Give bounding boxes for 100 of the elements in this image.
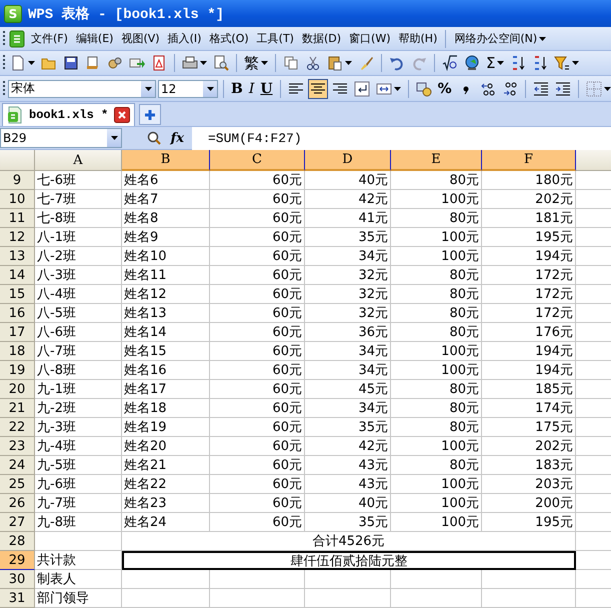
row-header[interactable]: 10 [0, 190, 35, 209]
magnifier-icon[interactable] [146, 131, 161, 145]
menu-item[interactable]: 帮助(H) [396, 29, 440, 48]
plus-icon [144, 108, 156, 120]
row-header[interactable]: 31 [0, 589, 35, 608]
column-header[interactable]: E [391, 150, 482, 171]
row-header[interactable]: 20 [0, 380, 35, 399]
row-header[interactable]: 16 [0, 304, 35, 323]
row-header[interactable]: 26 [0, 494, 35, 513]
row-header[interactable]: 28 [0, 532, 35, 551]
table-cell: 100元 [391, 342, 482, 361]
column-header[interactable]: D [305, 150, 391, 171]
row-header[interactable]: 18 [0, 342, 35, 361]
row-header[interactable]: 24 [0, 456, 35, 475]
table-cell: 八-3班 [35, 266, 122, 285]
caret-icon[interactable] [28, 61, 35, 65]
row-header[interactable]: 9 [0, 171, 35, 190]
font-name-field[interactable]: 宋体 [8, 80, 156, 98]
column-header[interactable]: F [482, 150, 576, 171]
underline-button[interactable]: U [258, 78, 275, 98]
column-header[interactable]: A [35, 150, 122, 171]
caret-icon[interactable] [497, 61, 504, 65]
row-header[interactable]: 14 [0, 266, 35, 285]
row-header[interactable]: 29 [0, 551, 35, 570]
caret-icon[interactable] [110, 136, 118, 140]
table-cell: 194元 [482, 342, 576, 361]
table-cell: 七-6班 [35, 171, 122, 190]
menu-item[interactable]: 数据(D) [298, 29, 344, 48]
row-header[interactable]: 25 [0, 475, 35, 494]
traditional-chinese-button[interactable]: 繁 [242, 52, 270, 74]
table-cell: 九-4班 [35, 437, 122, 456]
menu-item[interactable]: 插入(I) [164, 29, 204, 48]
row-header[interactable]: 17 [0, 323, 35, 342]
menu-item[interactable]: 文件(F) [28, 29, 71, 48]
menu-item[interactable]: 编辑(E) [72, 29, 116, 48]
table-cell: 80元 [391, 380, 482, 399]
spreadsheet-file-icon [7, 106, 23, 124]
caret-icon[interactable] [604, 86, 611, 90]
table-cell: 九-7班 [35, 494, 122, 513]
insert-function-button[interactable]: fx [170, 130, 184, 146]
row-header[interactable]: 19 [0, 361, 35, 380]
row-header[interactable]: 15 [0, 285, 35, 304]
menu-item[interactable]: 工具(T) [254, 29, 297, 48]
row-header[interactable]: 21 [0, 399, 35, 418]
clipboard-icon [327, 55, 343, 71]
column-header[interactable]: B [122, 150, 210, 171]
caret-icon[interactable] [394, 86, 401, 90]
formula-field[interactable]: =SUM(F4:F27) [192, 126, 611, 150]
row-header[interactable]: 11 [0, 209, 35, 228]
caret-icon[interactable] [144, 86, 152, 90]
caret-icon[interactable] [572, 61, 580, 65]
row-header[interactable]: 22 [0, 418, 35, 437]
table-cell: 100元 [391, 190, 482, 209]
table-cell: 175元 [482, 418, 576, 437]
table-cell: 100元 [391, 228, 482, 247]
new-tab-button[interactable] [139, 104, 162, 125]
table-cell: 194元 [482, 247, 576, 266]
spreadsheet-app-icon[interactable] [8, 30, 26, 48]
caret-icon[interactable] [200, 61, 207, 65]
wrap-text-icon [354, 80, 370, 96]
caret-icon[interactable] [206, 86, 214, 90]
borders-button[interactable] [584, 78, 611, 98]
table-cell: 34元 [305, 399, 391, 418]
menu-item[interactable]: 网络办公空间(N) [451, 29, 550, 48]
document-tab[interactable]: book1.xls * [2, 103, 136, 126]
name-box[interactable]: B29 [0, 128, 122, 148]
menu-item[interactable]: 格式(O) [206, 29, 252, 48]
merged-cell[interactable]: 合计4526元 [122, 532, 576, 551]
percent-button[interactable]: % [436, 78, 454, 98]
caret-icon[interactable] [261, 61, 268, 65]
bold-button[interactable]: B [229, 78, 245, 98]
menu-item[interactable]: 视图(V) [118, 29, 163, 48]
close-icon[interactable] [114, 107, 130, 123]
row-header[interactable]: 30 [0, 570, 35, 589]
caret-icon[interactable] [539, 36, 546, 40]
table-cell: 九-2班 [35, 399, 122, 418]
menu-item[interactable]: 窗口(W) [346, 29, 394, 48]
wrap-text-button[interactable] [352, 78, 372, 98]
align-center-button[interactable] [308, 78, 328, 98]
font-size-field[interactable]: 12 [158, 80, 218, 98]
table-cell: 60元 [210, 285, 305, 304]
table-cell: 60元 [210, 171, 305, 190]
row-header[interactable]: 13 [0, 247, 35, 266]
merged-cell[interactable]: 肆仟伍佰贰拾陆元整 [122, 551, 576, 570]
row-header[interactable]: 12 [0, 228, 35, 247]
italic-button[interactable]: I [246, 78, 256, 98]
table-cell: 202元 [482, 190, 576, 209]
row-header[interactable]: 23 [0, 437, 35, 456]
table-cell: 60元 [210, 475, 305, 494]
table-cell: 八-2班 [35, 247, 122, 266]
table-cell: 80元 [391, 209, 482, 228]
row-header[interactable]: 27 [0, 513, 35, 532]
autosum-button[interactable]: Σ [484, 52, 506, 74]
formula-button[interactable] [440, 53, 460, 73]
paintbrush-icon [358, 55, 374, 71]
sort-ascending-icon [510, 55, 526, 71]
caret-icon[interactable] [345, 61, 352, 65]
table-cell: 180元 [482, 171, 576, 190]
column-header[interactable]: C [210, 150, 305, 171]
table-cell: 100元 [391, 361, 482, 380]
